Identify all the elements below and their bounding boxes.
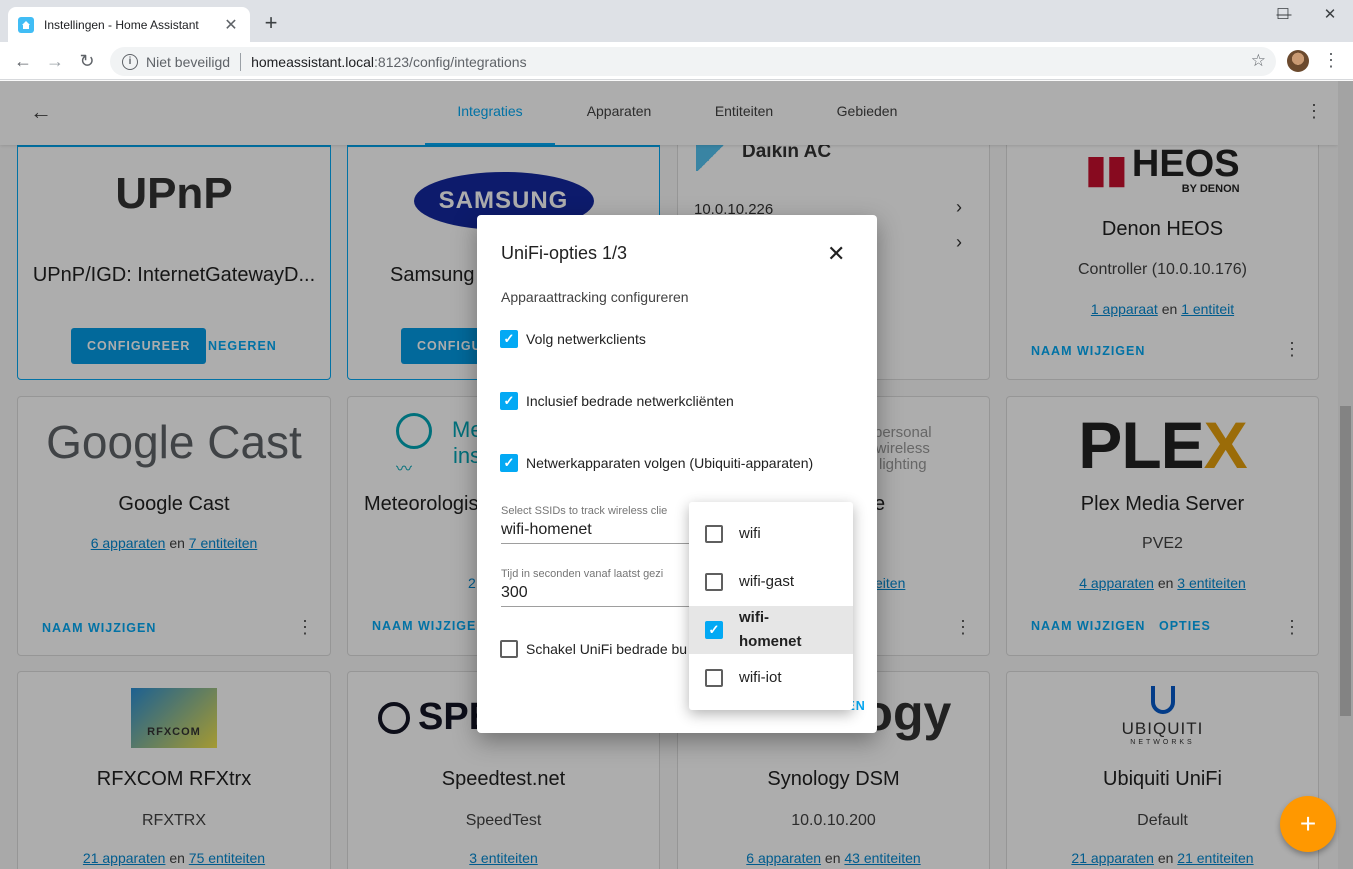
checkbox-label: Netwerkapparaten volgen (Ubiquiti-appara… xyxy=(526,455,814,471)
dropdown-option-selected[interactable]: ✓ wifi-homenet xyxy=(689,606,853,654)
checkbox-track-clients[interactable]: ✓ Volg netwerkclients xyxy=(500,330,646,348)
checkbox-checked-icon[interactable]: ✓ xyxy=(500,454,518,472)
browser-tabbar: Instellingen - Home Assistant ✕ + — ✕ xyxy=(0,0,1353,42)
field-value: 300 xyxy=(501,584,528,601)
dialog-title: UniFi-opties 1/3 xyxy=(501,243,628,263)
detection-time-field[interactable]: Tijd in seconden vanaf laatst gezi 300 xyxy=(501,568,701,607)
bookmark-star-icon[interactable]: ☆ xyxy=(1251,51,1266,71)
close-window-icon[interactable]: ✕ xyxy=(1307,0,1353,30)
security-label: Niet beveiligd xyxy=(146,53,231,70)
option-label: wifi xyxy=(739,525,761,542)
browser-menu-icon[interactable]: ⋮ xyxy=(1322,50,1340,71)
tab-title: Instellingen - Home Assistant xyxy=(44,17,199,32)
checkbox-wired-bug[interactable]: Schakel UniFi bedrade bu xyxy=(500,640,687,658)
checkbox-unchecked-icon[interactable] xyxy=(705,669,723,687)
close-icon[interactable]: ✕ xyxy=(827,241,845,267)
field-label: Tijd in seconden vanaf laatst gezi xyxy=(501,568,664,580)
checkbox-wired-clients[interactable]: ✓ Inclusief bedrade netwerkcliënten xyxy=(500,392,734,410)
checkbox-label: Inclusief bedrade netwerkcliënten xyxy=(526,393,734,409)
checkbox-unchecked-icon[interactable] xyxy=(705,573,723,591)
back-icon[interactable]: ← xyxy=(10,48,36,74)
reload-icon[interactable]: ↻ xyxy=(74,48,100,74)
ssid-dropdown-menu: wifi wifi-gast ✓ wifi-homenet wifi-iot xyxy=(689,502,853,710)
dropdown-option[interactable]: wifi-gast xyxy=(689,558,853,606)
close-tab-icon[interactable]: ✕ xyxy=(222,15,240,35)
checkbox-track-devices[interactable]: ✓ Netwerkapparaten volgen (Ubiquiti-appa… xyxy=(500,454,813,472)
url-host: homeassistant.local xyxy=(251,53,375,70)
dropdown-option[interactable]: wifi-iot xyxy=(689,654,853,702)
checkbox-checked-icon[interactable]: ✓ xyxy=(500,392,518,410)
dropdown-option[interactable]: wifi xyxy=(689,510,853,558)
url-field[interactable]: i Niet beveiligd homeassistant.local:812… xyxy=(110,47,1276,76)
option-label: wifi-homenet xyxy=(739,609,802,650)
add-integration-button[interactable]: + xyxy=(1280,796,1336,852)
home-assistant-icon xyxy=(18,16,34,33)
divider xyxy=(240,52,242,71)
checkbox-unchecked-icon[interactable] xyxy=(705,525,723,543)
new-tab-icon[interactable]: + xyxy=(258,10,284,36)
forward-icon[interactable]: → xyxy=(42,48,68,74)
browser-tab[interactable]: Instellingen - Home Assistant ✕ xyxy=(8,7,250,42)
checkbox-unchecked-icon[interactable] xyxy=(500,640,518,658)
checkbox-checked-icon[interactable]: ✓ xyxy=(705,621,723,639)
dialog-description: Apparaattracking configureren xyxy=(501,289,689,305)
ssid-select-field[interactable]: Select SSIDs to track wireless clie wifi… xyxy=(501,505,701,544)
checkbox-label: Schakel UniFi bedrade bu xyxy=(526,641,688,657)
option-label: wifi-gast xyxy=(739,573,795,590)
field-label: Select SSIDs to track wireless clie xyxy=(501,505,668,517)
option-label: wifi-iot xyxy=(739,669,782,686)
address-bar: ← → ↻ i Niet beveiligd homeassistant.loc… xyxy=(0,42,1353,80)
url-path: :8123/config/integrations xyxy=(374,53,527,70)
info-icon[interactable]: i xyxy=(122,53,138,70)
checkbox-checked-icon[interactable]: ✓ xyxy=(500,330,518,348)
avatar[interactable] xyxy=(1287,50,1309,72)
checkbox-label: Volg netwerkclients xyxy=(526,331,646,347)
maximize-icon[interactable]: ☐ xyxy=(1260,0,1306,30)
field-value: wifi-homenet xyxy=(501,521,592,538)
